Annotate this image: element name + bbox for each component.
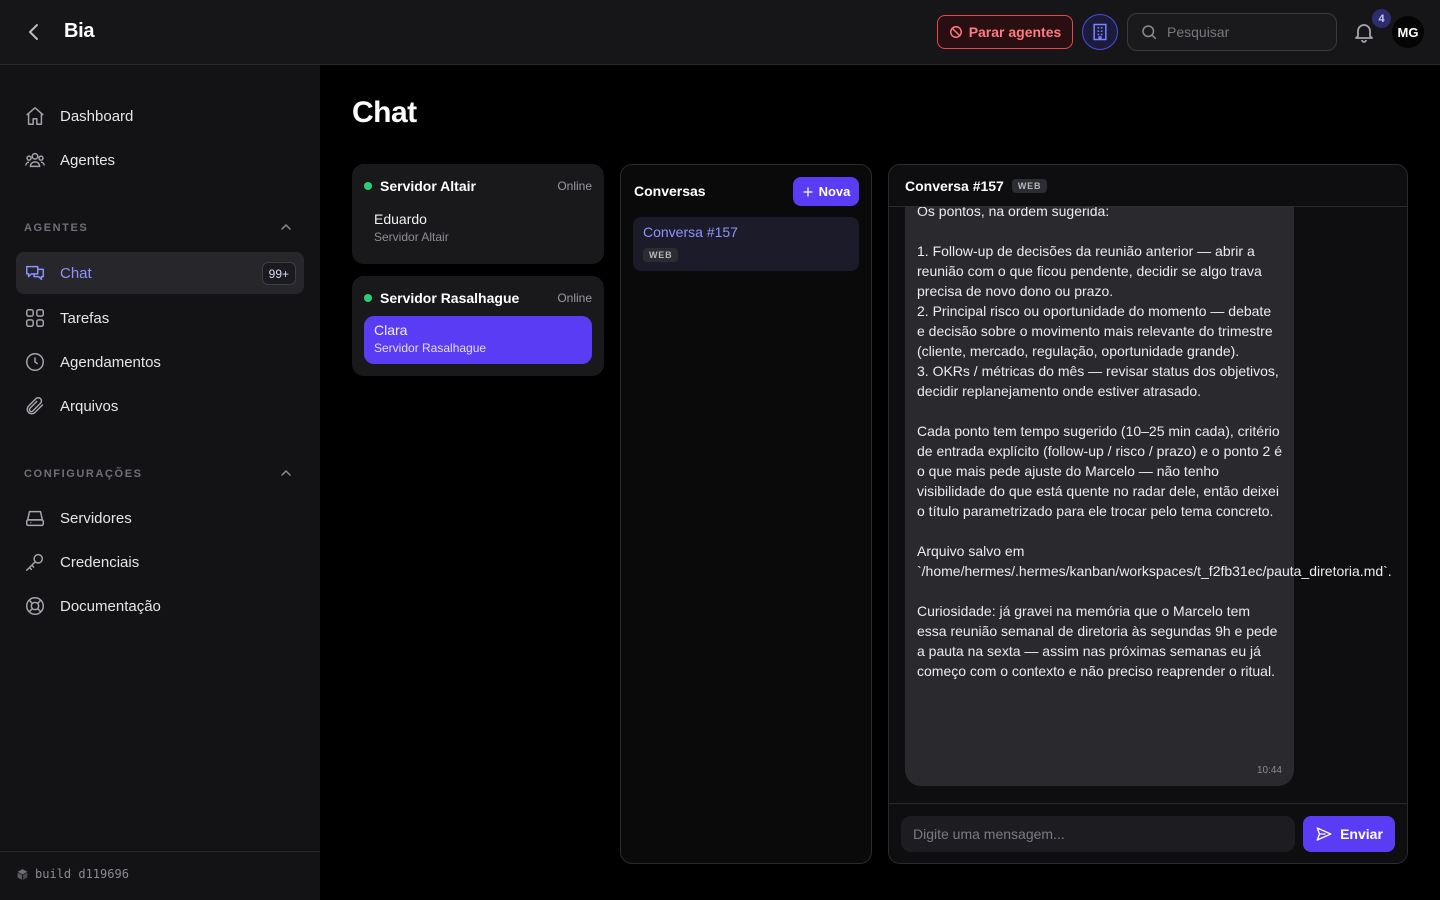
message-text: Os pontos, na ordem sugerida: 1. Follow-… bbox=[917, 207, 1392, 679]
sidebar-item-chat[interactable]: Chat 99+ bbox=[16, 252, 304, 294]
chat-header: Conversa #157 WEB bbox=[889, 165, 1407, 207]
search-box[interactable] bbox=[1127, 13, 1337, 51]
new-conversation-button[interactable]: Nova bbox=[793, 177, 859, 206]
sidebar-item-label: Agentes bbox=[60, 151, 116, 169]
home-icon bbox=[24, 105, 46, 127]
channel-tag: WEB bbox=[643, 248, 679, 262]
plus-icon bbox=[802, 186, 814, 198]
server-name: Servidor Rasalhague bbox=[380, 290, 520, 306]
server-header: Servidor Altair bbox=[364, 178, 476, 194]
sidebar-item-dashboard[interactable]: Dashboard bbox=[16, 95, 304, 137]
online-status-dot bbox=[364, 294, 372, 302]
chat-icon bbox=[24, 262, 46, 284]
paperclip-icon bbox=[24, 395, 46, 417]
send-label: Enviar bbox=[1340, 826, 1383, 842]
conversations-panel: Conversas Nova Conversa #157 WEB bbox=[620, 164, 872, 864]
send-button[interactable]: Enviar bbox=[1303, 816, 1395, 852]
sidebar-item-label: Documentação bbox=[60, 597, 161, 615]
sidebar-item-label: Agendamentos bbox=[60, 353, 161, 371]
user-avatar[interactable]: MG bbox=[1392, 16, 1424, 48]
sidebar-item-agentes[interactable]: Agentes bbox=[16, 139, 304, 181]
notifications-badge: 4 bbox=[1372, 9, 1391, 28]
message-composer: Enviar bbox=[889, 803, 1407, 863]
chevron-up-icon[interactable] bbox=[278, 219, 294, 235]
search-icon bbox=[1140, 23, 1158, 41]
server-header: Servidor Rasalhague bbox=[364, 290, 519, 306]
cube-icon bbox=[16, 868, 29, 881]
sidebar-item-label: Arquivos bbox=[60, 397, 119, 415]
stop-agents-button[interactable]: Parar agentes bbox=[937, 15, 1073, 49]
top-bar: Bia Parar agentes 4 MG bbox=[0, 0, 1440, 65]
assistant-message-bubble: Os pontos, na ordem sugerida: 1. Follow-… bbox=[905, 207, 1392, 786]
sidebar-item-credenciais[interactable]: Credenciais bbox=[16, 541, 304, 583]
agent-server: Servidor Altair bbox=[374, 230, 449, 244]
sidebar-item-label: Chat bbox=[60, 264, 92, 282]
server-card: Servidor Altair Online Eduardo Servidor … bbox=[352, 164, 604, 264]
chat-title: Conversa #157 bbox=[905, 177, 1004, 194]
server-card: Servidor Rasalhague Online Clara Servido… bbox=[352, 276, 604, 376]
online-status-dot bbox=[364, 182, 372, 190]
chat-panel: Conversa #157 WEB Os pontos, na ordem su… bbox=[888, 164, 1408, 864]
sidebar-item-label: Credenciais bbox=[60, 553, 140, 571]
server-status: Online bbox=[557, 179, 592, 193]
app-title: Bia bbox=[64, 20, 95, 42]
conversation-item[interactable]: Conversa #157 WEB bbox=[633, 217, 859, 271]
new-conversation-label: Nova bbox=[818, 184, 851, 199]
server-name: Servidor Altair bbox=[380, 178, 476, 194]
sidebar-item-agendamentos[interactable]: Agendamentos bbox=[16, 341, 304, 383]
grid-icon bbox=[24, 307, 46, 329]
agent-server: Servidor Rasalhague bbox=[374, 341, 487, 355]
lifebuoy-icon bbox=[24, 595, 46, 617]
page-title: Chat bbox=[352, 96, 417, 129]
sidebar-item-arquivos[interactable]: Arquivos bbox=[16, 385, 304, 427]
message-timestamp: 10:44 bbox=[1256, 765, 1282, 776]
sidebar-item-label: Dashboard bbox=[60, 107, 134, 125]
sidebar-item-tarefas[interactable]: Tarefas bbox=[16, 297, 304, 339]
send-icon bbox=[1315, 825, 1333, 843]
server-status: Online bbox=[557, 291, 592, 305]
ban-icon bbox=[949, 25, 963, 39]
build-info: build d119696 bbox=[16, 867, 129, 881]
stop-agents-label: Parar agentes bbox=[968, 24, 1062, 40]
agent-name: Eduardo bbox=[374, 211, 427, 227]
users-icon bbox=[24, 149, 46, 171]
divider bbox=[0, 851, 320, 852]
building-icon bbox=[1090, 22, 1110, 42]
conversations-title: Conversas bbox=[634, 183, 706, 199]
section-label-configuracoes: CONFIGURAÇÕES bbox=[24, 468, 143, 480]
build-label: build d119696 bbox=[35, 867, 129, 881]
section-label-agentes: AGENTES bbox=[24, 222, 89, 234]
conversation-title: Conversa #157 bbox=[643, 224, 738, 240]
sidebar-item-documentacao[interactable]: Documentação bbox=[16, 585, 304, 627]
organization-button[interactable] bbox=[1082, 14, 1118, 50]
channel-tag: WEB bbox=[1011, 178, 1048, 193]
message-input[interactable] bbox=[901, 816, 1295, 852]
server-icon bbox=[24, 507, 46, 529]
messages-area[interactable]: Os pontos, na ordem sugerida: 1. Follow-… bbox=[889, 207, 1407, 803]
sidebar-item-label: Tarefas bbox=[60, 309, 110, 327]
sidebar: Dashboard Agentes AGENTES Chat 99+ Taref… bbox=[0, 65, 320, 900]
clock-icon bbox=[24, 351, 46, 373]
agent-name: Clara bbox=[374, 322, 408, 338]
agent-item-eduardo[interactable]: Eduardo Servidor Altair bbox=[364, 205, 592, 253]
key-icon bbox=[24, 551, 46, 573]
agent-item-clara[interactable]: Clara Servidor Rasalhague bbox=[364, 316, 592, 364]
sidebar-item-servidores[interactable]: Servidores bbox=[16, 497, 304, 539]
back-arrow-icon[interactable] bbox=[22, 20, 46, 44]
chevron-up-icon[interactable] bbox=[278, 465, 294, 481]
chat-count-badge: 99+ bbox=[261, 262, 296, 285]
sidebar-item-label: Servidores bbox=[60, 509, 132, 527]
search-input[interactable] bbox=[1167, 24, 1317, 40]
bell-icon[interactable] bbox=[1352, 20, 1376, 44]
